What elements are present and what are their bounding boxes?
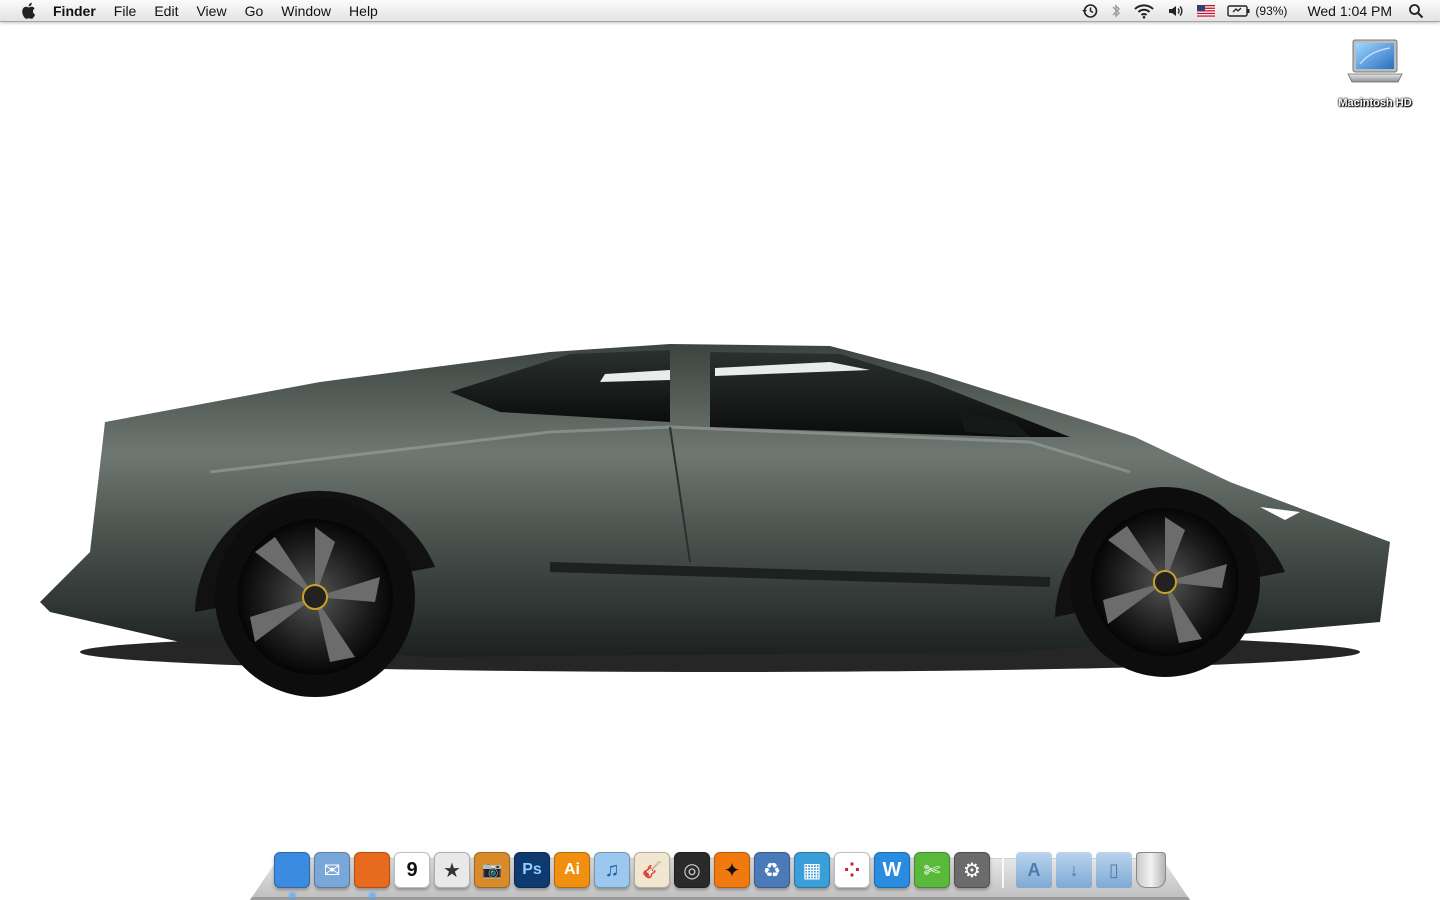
recycle-app-icon[interactable]: ♻ xyxy=(754,852,790,888)
running-indicator xyxy=(290,893,295,898)
battery-percent: (93%) xyxy=(1255,3,1288,18)
status-area: (93%) Wed 1:04 PM xyxy=(1075,0,1440,22)
macintosh-hd-desktop-icon[interactable]: Macintosh HD xyxy=(1328,36,1422,109)
desktop: Macintosh HD xyxy=(0,22,1440,900)
wallpaper-car-image xyxy=(40,344,1390,697)
spotlight-search-icon[interactable] xyxy=(1408,0,1424,22)
network-utility-icon[interactable]: ▦ xyxy=(794,852,830,888)
laptop-drive-icon xyxy=(1347,39,1403,83)
dock: ✉ 9 ★ 📷 Ps Ai ♫ 🎸 ◎ ✦ ♻ ▦ ⁘ W ✄ ⚙ A ↓ ▯ xyxy=(274,844,1166,898)
applications-folder-icon[interactable]: A xyxy=(1016,852,1052,888)
front-wheel xyxy=(1070,487,1260,677)
menu-window[interactable]: Window xyxy=(272,0,340,22)
apple-menu-icon[interactable] xyxy=(18,1,38,21)
menu-clock[interactable]: Wed 1:04 PM xyxy=(1307,3,1392,19)
menu-go[interactable]: Go xyxy=(236,0,273,22)
us-flag-input-icon[interactable] xyxy=(1197,0,1216,22)
menu-edit[interactable]: Edit xyxy=(145,0,187,22)
menu-help[interactable]: Help xyxy=(340,0,387,22)
menu-bar: Finder File Edit View Go Window Help (93… xyxy=(0,0,1440,22)
trash-icon[interactable] xyxy=(1136,852,1166,888)
dock-separator xyxy=(1002,854,1004,888)
system-preferences-icon[interactable]: ⚙ xyxy=(954,852,990,888)
menu-app-name[interactable]: Finder xyxy=(53,0,105,22)
documents-folder-icon[interactable]: ▯ xyxy=(1096,852,1132,888)
utility-icon[interactable]: ✄ xyxy=(914,852,950,888)
firefox-icon[interactable] xyxy=(354,852,390,898)
wacom-icon[interactable]: W xyxy=(874,852,910,888)
wifi-icon[interactable] xyxy=(1133,0,1155,22)
iphoto-icon[interactable]: 📷 xyxy=(474,852,510,888)
grid-app-icon[interactable]: ⁘ xyxy=(834,852,870,888)
imovie-icon[interactable]: ★ xyxy=(434,852,470,888)
finder-icon[interactable] xyxy=(274,852,310,898)
time-machine-icon[interactable] xyxy=(1081,0,1099,22)
garageband-icon[interactable]: 🎸 xyxy=(634,852,670,888)
menu-file[interactable]: File xyxy=(105,0,146,22)
dvd-player-icon[interactable]: ◎ xyxy=(674,852,710,888)
menu-view[interactable]: View xyxy=(187,0,235,22)
ical-icon[interactable]: 9 xyxy=(394,852,430,888)
downloads-folder-icon[interactable]: ↓ xyxy=(1056,852,1092,888)
volume-icon[interactable] xyxy=(1167,0,1185,22)
photoshop-icon[interactable]: Ps xyxy=(514,852,550,888)
macintosh-hd-label: Macintosh HD xyxy=(1338,97,1412,109)
reason-icon[interactable]: ✦ xyxy=(714,852,750,888)
itunes-icon[interactable]: ♫ xyxy=(594,852,630,888)
battery-icon[interactable]: (93%) xyxy=(1227,0,1295,22)
running-indicator xyxy=(370,893,375,898)
rear-wheel xyxy=(215,497,415,697)
mail-icon[interactable]: ✉ xyxy=(314,852,350,888)
illustrator-icon[interactable]: Ai xyxy=(554,852,590,888)
bluetooth-icon[interactable] xyxy=(1111,0,1121,22)
